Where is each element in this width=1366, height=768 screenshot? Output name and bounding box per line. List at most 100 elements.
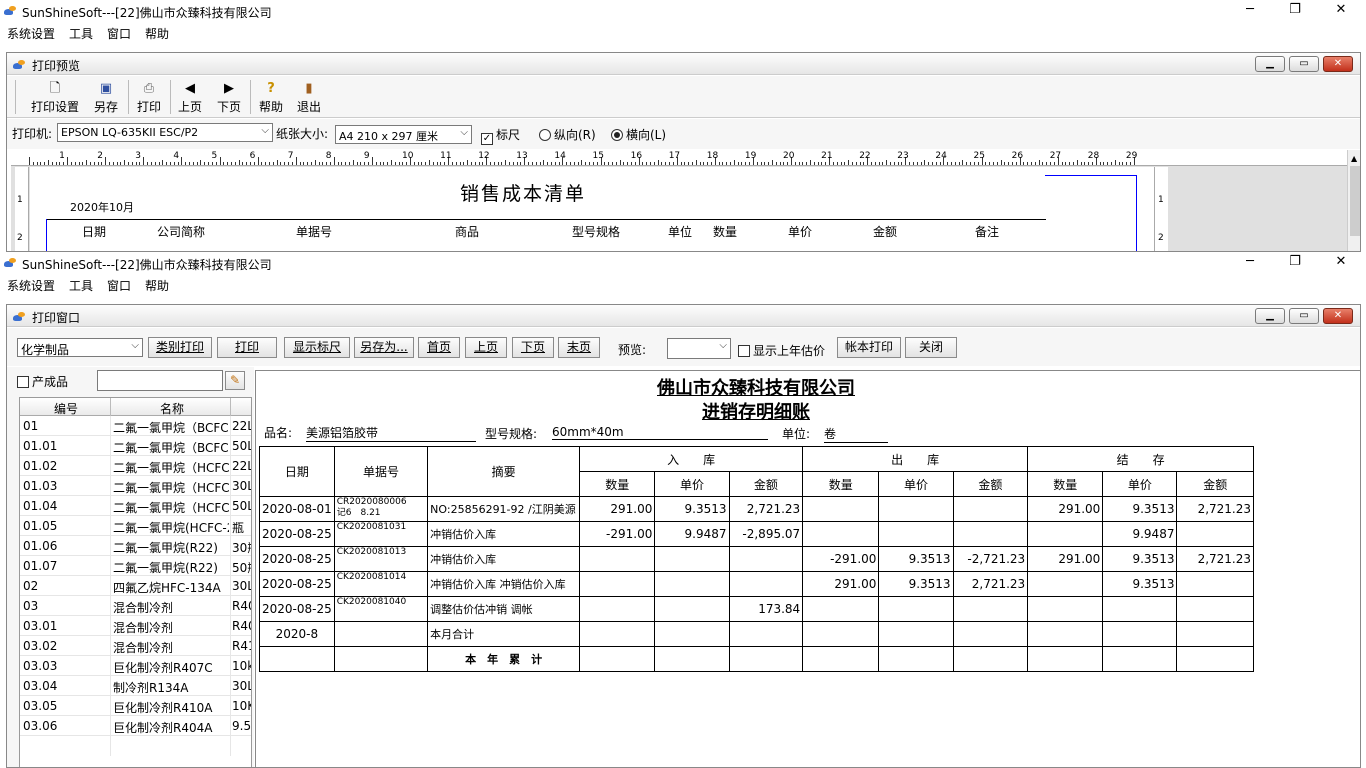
ruler-checkbox[interactable]: ✓ 标尺 bbox=[481, 126, 520, 145]
ruler-tick bbox=[699, 162, 701, 165]
paper-size-select[interactable]: A4 210 x 297 厘米 ⌵ bbox=[335, 125, 472, 144]
ruler-tick bbox=[162, 160, 164, 165]
ruler-tick bbox=[470, 162, 472, 165]
list-item[interactable]: 01.05 二氟一氯甲烷(HCFC-22瓶 bbox=[20, 516, 251, 536]
ruler-tick bbox=[520, 162, 522, 165]
ruler-tick bbox=[573, 162, 575, 165]
ruler-tick bbox=[109, 162, 110, 165]
next-page-button[interactable]: 下页 bbox=[512, 337, 554, 358]
menu-help[interactable]: 帮助 bbox=[145, 25, 169, 42]
list-item[interactable]: 03.01 混合制冷剂 R40 bbox=[20, 616, 251, 636]
menu-tools[interactable]: 工具 bbox=[69, 277, 93, 294]
ruler-tick bbox=[669, 162, 671, 165]
finished-goods-checkbox[interactable]: 产成品 bbox=[17, 373, 68, 390]
save-as-button[interactable]: 另存为... bbox=[354, 337, 414, 358]
print-button[interactable]: 打印 bbox=[217, 337, 277, 358]
app-titlebar-2: SunShineSoft---[22]佛山市众臻科技有限公司 ─ ❐ ✕ bbox=[0, 252, 1366, 274]
save-as-button[interactable]: ▣ 另存 bbox=[91, 81, 121, 115]
ruler-tick bbox=[779, 162, 781, 165]
ruler-tick bbox=[657, 160, 659, 165]
menu-system-settings[interactable]: 系统设置 bbox=[7, 25, 55, 42]
ruler-tick bbox=[749, 162, 751, 165]
product-search-input[interactable] bbox=[97, 370, 223, 391]
menu-help[interactable]: 帮助 bbox=[145, 277, 169, 294]
header-code[interactable]: 编号 bbox=[54, 400, 78, 417]
list-item[interactable]: 01.04 二氟一氯甲烷（HCFC 50L bbox=[20, 496, 251, 516]
help-button[interactable]: ? 帮助 bbox=[256, 81, 286, 115]
list-item[interactable]: 03.06 巨化制冷剂R404A 9.5 bbox=[20, 716, 251, 736]
ruler-tick bbox=[181, 157, 183, 165]
list-item[interactable]: 01.06 二氟一氯甲烷(R22) 30瓶 bbox=[20, 536, 251, 556]
ruler-tick bbox=[398, 162, 400, 165]
exit-button[interactable]: ▮ 退出 bbox=[294, 81, 324, 115]
search-button[interactable]: ✎ bbox=[225, 371, 245, 390]
ruler-tick bbox=[280, 162, 282, 165]
list-item[interactable]: 03.02 混合制冷剂 R41 bbox=[20, 636, 251, 656]
report-title: 销售成本清单 bbox=[460, 183, 587, 205]
item-name: 二氟一氯甲烷（HCFC bbox=[113, 501, 229, 515]
menu-system-settings[interactable]: 系统设置 bbox=[7, 277, 55, 294]
close-button[interactable]: ✕ bbox=[1331, 2, 1351, 17]
close-button[interactable]: ✕ bbox=[1331, 254, 1351, 269]
prev-page-button[interactable]: ◀ 上页 bbox=[175, 81, 205, 115]
page-icon: 🗋 bbox=[49, 81, 61, 96]
show-ruler-button[interactable]: 显示标尺 bbox=[284, 337, 350, 358]
last-page-button[interactable]: 末页 bbox=[558, 337, 600, 358]
preview-select[interactable]: ⌵ bbox=[667, 338, 731, 359]
print-button[interactable]: ⎙ 打印 bbox=[134, 81, 164, 115]
app-titlebar: SunShineSoft---[22]佛山市众臻科技有限公司 ─ ❐ ✕ bbox=[0, 0, 1366, 22]
preview-restore-button[interactable]: ▭ bbox=[1289, 56, 1319, 72]
list-item[interactable]: 01.07 二氟一氯甲烷(R22) 50瓶 bbox=[20, 556, 251, 576]
minimize-button[interactable]: ─ bbox=[1240, 254, 1260, 269]
cell-bill bbox=[333, 621, 429, 647]
landscape-radio[interactable]: 横向(L) bbox=[611, 126, 666, 143]
unit-label: 单位: bbox=[782, 427, 811, 441]
prev-page-button[interactable]: 上页 bbox=[465, 337, 507, 358]
minimize-button[interactable]: ─ bbox=[1240, 2, 1260, 17]
portrait-radio[interactable]: 纵向(R) bbox=[539, 126, 596, 143]
preview-vscrollbar[interactable]: ▲ bbox=[1347, 150, 1360, 251]
product-list[interactable]: 编号 名称 01 二氟一氯甲烷（BCFC 22L 01.01 二氟一氯甲烷（BCFC 50… bbox=[19, 397, 252, 767]
list-item[interactable]: 03.04 制冷剂R134A 30L bbox=[20, 676, 251, 696]
ruler-number: 17 bbox=[668, 151, 681, 161]
show-last-year-checkbox[interactable]: 显示上年估价 bbox=[738, 342, 825, 359]
list-item[interactable]: 01.02 二氟一氯甲烷（HCFC 22L bbox=[20, 456, 251, 476]
menu-window[interactable]: 窗口 bbox=[107, 25, 131, 42]
print-close-button[interactable]: ✕ bbox=[1323, 308, 1353, 324]
item-spec: R40 bbox=[232, 619, 251, 633]
ruler-tick bbox=[802, 162, 804, 165]
list-item[interactable]: 01.01 二氟一氯甲烷（BCFC 50L bbox=[20, 436, 251, 456]
preview-minimize-button[interactable]: ▁ bbox=[1255, 56, 1285, 72]
list-item[interactable]: 01 二氟一氯甲烷（BCFC 22L bbox=[20, 416, 251, 436]
preview-close-button[interactable]: ✕ bbox=[1323, 56, 1353, 72]
list-item[interactable]: 02 四氟乙烷HFC-134A 30L bbox=[20, 576, 251, 596]
ruler-tick bbox=[844, 162, 846, 165]
print-setup-button[interactable]: 🗋 打印设置 bbox=[29, 81, 81, 115]
list-item[interactable]: 03 混合制冷剂 R40 bbox=[20, 596, 251, 616]
list-item[interactable]: 01.03 二氟一氯甲烷（HCFC 30L bbox=[20, 476, 251, 496]
col-amount: 金额 bbox=[873, 225, 898, 239]
first-page-button[interactable]: 首页 bbox=[418, 337, 460, 358]
list-item[interactable]: 03.05 巨化制冷剂R410A 10K bbox=[20, 696, 251, 716]
close-button-toolbar[interactable]: 关闭 bbox=[905, 337, 957, 358]
menu-window[interactable]: 窗口 bbox=[107, 277, 131, 294]
cell-out-q bbox=[802, 596, 880, 622]
printer-select[interactable]: EPSON LQ-635KII ESC/P2 ⌵ bbox=[57, 123, 273, 142]
print-restore-button[interactable]: ▭ bbox=[1289, 308, 1319, 324]
maximize-button[interactable]: ❐ bbox=[1285, 2, 1305, 17]
category-print-button[interactable]: 类别打印 bbox=[148, 337, 212, 358]
header-name[interactable]: 名称 bbox=[160, 400, 184, 417]
maximize-button[interactable]: ❐ bbox=[1285, 254, 1305, 269]
th-in-qty: 数量 bbox=[579, 471, 656, 497]
next-page-button[interactable]: ▶ 下页 bbox=[214, 81, 244, 115]
ruler-tick bbox=[547, 162, 549, 165]
category-select[interactable]: 化学制品 ⌵ bbox=[17, 338, 143, 357]
ruler-tick bbox=[806, 162, 808, 165]
print-minimize-button[interactable]: ▁ bbox=[1255, 308, 1285, 324]
ledger-print-button[interactable]: 帐本打印 bbox=[837, 337, 901, 358]
ruler-tick bbox=[634, 162, 636, 165]
item-name: 混合制冷剂 bbox=[113, 641, 174, 655]
list-item[interactable]: 03.03 巨化制冷剂R407C 10k bbox=[20, 656, 251, 676]
menu-tools[interactable]: 工具 bbox=[69, 25, 93, 42]
scroll-thumb[interactable] bbox=[1350, 166, 1360, 236]
